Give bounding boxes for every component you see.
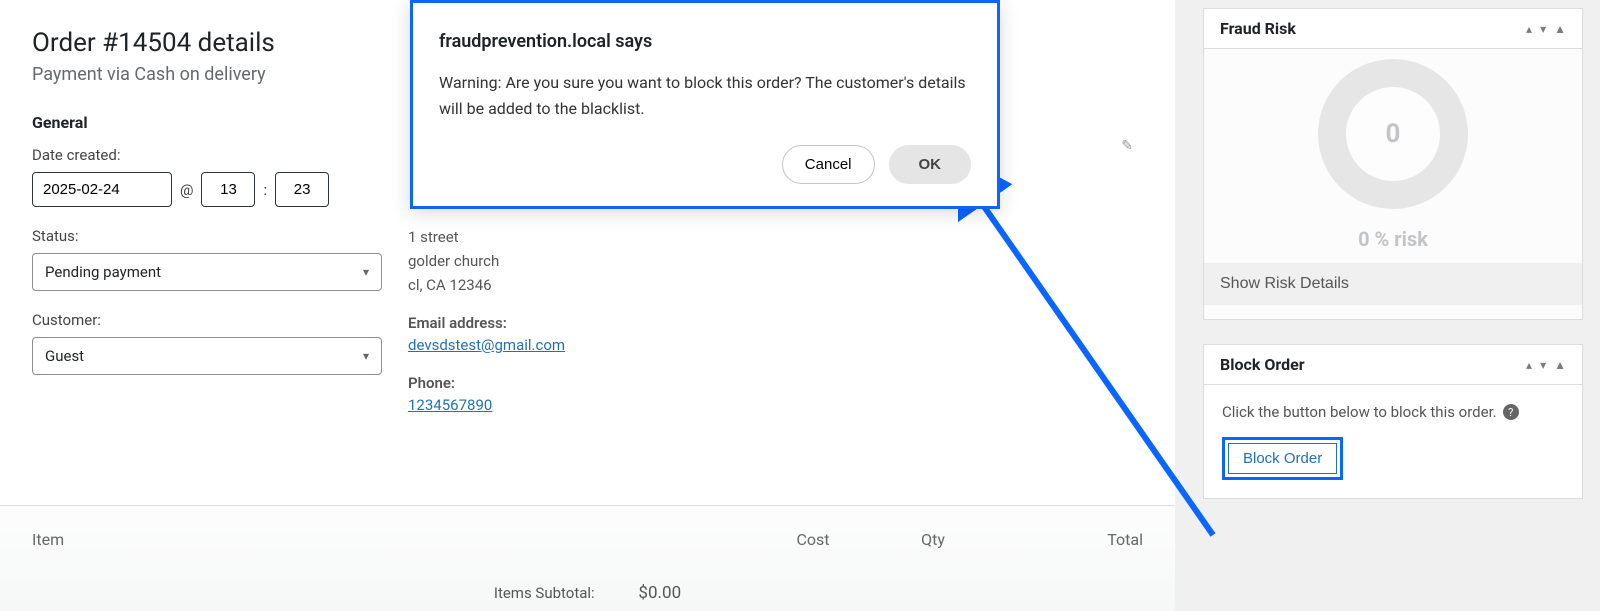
billing-address-line3: cl, CA 12346	[408, 276, 1143, 294]
billing-address-line2: golder church	[408, 252, 1143, 270]
email-label: Email address:	[408, 314, 1143, 332]
fraud-risk-score: 0	[1386, 119, 1401, 149]
status-select[interactable]: Pending payment ▾	[32, 253, 382, 291]
chevron-down-icon[interactable]: ▾	[1540, 359, 1546, 371]
items-subtotal-label: Items Subtotal:	[494, 584, 595, 602]
chevron-down-icon: ▾	[363, 265, 369, 279]
col-total: Total	[993, 530, 1143, 549]
help-icon[interactable]: ?	[1503, 404, 1519, 420]
block-order-box: Block Order ▴ ▾ ▲ Click the button below…	[1203, 344, 1583, 499]
chevron-down-icon[interactable]: ▾	[1540, 23, 1546, 35]
order-title: Order #14504 details	[32, 28, 382, 58]
time-colon: :	[263, 181, 267, 199]
fraud-risk-title: Fraud Risk	[1220, 19, 1296, 38]
fraud-risk-box: Fraud Risk ▴ ▾ ▲ 0 0 % risk Show Risk De…	[1203, 8, 1583, 320]
triangle-up-icon[interactable]: ▲	[1554, 359, 1566, 371]
chevron-up-icon[interactable]: ▴	[1526, 359, 1532, 371]
block-order-highlight: Block Order	[1222, 437, 1343, 480]
customer-value: Guest	[45, 347, 84, 365]
phone-link[interactable]: 1234567890	[408, 396, 492, 414]
col-cost: Cost	[753, 530, 873, 549]
fraud-risk-gauge: 0	[1318, 59, 1468, 209]
at-symbol: @	[180, 181, 193, 199]
pencil-icon[interactable]: ✎	[1121, 138, 1133, 154]
minute-input[interactable]	[275, 172, 329, 207]
chevron-up-icon[interactable]: ▴	[1526, 23, 1532, 35]
date-input[interactable]	[32, 172, 172, 207]
hour-input[interactable]	[201, 172, 255, 207]
items-section: Item Cost Qty Total Items Subtotal: $0.0…	[0, 505, 1175, 611]
confirm-dialog: fraudprevention.local says Warning: Are …	[410, 0, 1000, 209]
triangle-up-icon[interactable]: ▲	[1554, 23, 1566, 35]
items-subtotal-value: $0.00	[638, 583, 681, 603]
phone-label: Phone:	[408, 374, 1143, 392]
customer-select[interactable]: Guest ▾	[32, 337, 382, 375]
fraud-risk-label: 0 % risk	[1358, 227, 1428, 251]
block-order-button[interactable]: Block Order	[1228, 443, 1337, 474]
cancel-button[interactable]: Cancel	[782, 145, 875, 184]
show-risk-details-button[interactable]: Show Risk Details	[1204, 263, 1582, 305]
dialog-host: fraudprevention.local says	[439, 31, 971, 52]
status-label: Status:	[32, 227, 382, 245]
ok-button[interactable]: OK	[889, 145, 972, 184]
col-item: Item	[32, 530, 753, 549]
col-qty: Qty	[873, 530, 993, 549]
payment-subtitle: Payment via Cash on delivery	[32, 64, 382, 85]
block-order-desc: Click the button below to block this ord…	[1222, 403, 1497, 421]
dialog-message: Warning: Are you sure you want to block …	[439, 70, 971, 121]
billing-address-line1: 1 street	[408, 228, 1143, 246]
status-value: Pending payment	[45, 263, 161, 281]
date-created-label: Date created:	[32, 146, 382, 164]
customer-label: Customer:	[32, 311, 382, 329]
block-order-title: Block Order	[1220, 355, 1305, 374]
chevron-down-icon: ▾	[363, 349, 369, 363]
email-link[interactable]: devsdstest@gmail.com	[408, 336, 565, 354]
general-heading: General	[32, 113, 382, 132]
